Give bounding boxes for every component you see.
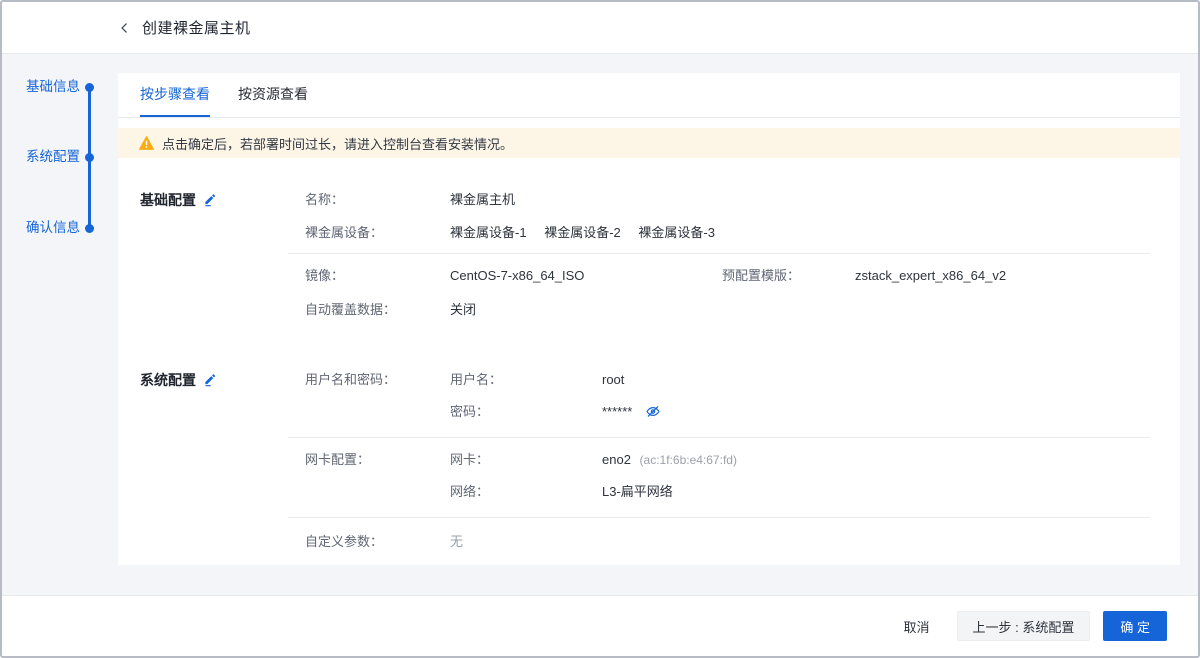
credentials-label: 用户名和密码： [305, 370, 396, 390]
network-value: L3-扁平网络 [602, 482, 673, 502]
confirm-panel: 按步骤查看 按资源查看 点击确定后，若部署时间过长，请进入控制台查看安装情况。 … [118, 73, 1180, 565]
device-item-1: 裸金属设备-1 [450, 225, 527, 240]
cancel-button[interactable]: 取消 [904, 617, 930, 636]
nic-value: eno2 (ac:1f:6b:e4:67:fd) [602, 450, 737, 470]
step-dot-system [85, 153, 94, 162]
create-baremetal-host-page: 创建裸金属主机 基础信息 系统配置 确认信息 按步骤查看 按资源查看 点击确定后… [0, 0, 1200, 658]
overwrite-value: 关闭 [450, 300, 476, 320]
devices-values: 裸金属设备-1 裸金属设备-2 裸金属设备-3 [450, 223, 729, 243]
field-row-password: 密码： ****** [118, 402, 1180, 422]
nic-config-label: 网卡配置： [305, 450, 370, 470]
password-label: 密码： [450, 402, 489, 422]
footer-action-bar: 取消 上一步 : 系统配置 确 定 [2, 595, 1198, 656]
eye-invisible-icon[interactable] [645, 404, 661, 419]
password-value: ****** [602, 402, 661, 422]
field-row-nic: 网卡配置： 网卡： eno2 (ac:1f:6b:e4:67:fd) [118, 450, 1180, 470]
field-row-image: 镜像： CentOS-7-x86_64_ISO 预配置模版： zstack_ex… [118, 266, 1180, 286]
name-label: 名称： [305, 190, 344, 210]
field-row-overwrite: 自动覆盖数据： 关闭 [118, 300, 1180, 320]
divider [288, 437, 1150, 438]
divider [288, 253, 1150, 254]
step-system-config[interactable]: 系统配置 [26, 149, 80, 165]
field-row-custom-params: 自定义参数： 无 [118, 532, 1180, 552]
step-dot-confirm [85, 224, 94, 233]
tab-view-by-step[interactable]: 按步骤查看 [140, 72, 210, 117]
page-header: 创建裸金属主机 [2, 2, 1198, 54]
divider [288, 517, 1150, 518]
field-row-username: 用户名和密码： 用户名： root [118, 370, 1180, 390]
nic-label: 网卡： [450, 450, 489, 470]
view-tabs: 按步骤查看 按资源查看 [118, 73, 1180, 118]
nic-name: eno2 [602, 452, 631, 467]
username-value: root [602, 370, 624, 390]
network-label: 网络： [450, 482, 489, 502]
warning-banner: 点击确定后，若部署时间过长，请进入控制台查看安装情况。 [118, 128, 1180, 158]
step-dot-basic [85, 83, 94, 92]
wizard-stepper: 基础信息 系统配置 确认信息 [2, 73, 108, 248]
template-label: 预配置模版： [722, 266, 800, 286]
device-item-2: 裸金属设备-2 [544, 225, 621, 240]
image-label: 镜像： [305, 266, 344, 286]
page-title: 创建裸金属主机 [142, 17, 251, 38]
password-masked: ****** [602, 404, 632, 419]
chevron-left-icon [118, 21, 131, 35]
device-item-3: 裸金属设备-3 [638, 225, 715, 240]
warning-text: 点击确定后，若部署时间过长，请进入控制台查看安装情况。 [162, 134, 513, 153]
custom-params-label: 自定义参数： [305, 532, 383, 552]
image-value: CentOS-7-x86_64_ISO [450, 266, 584, 286]
name-value: 裸金属主机 [450, 190, 515, 210]
back-button[interactable] [118, 21, 131, 35]
warning-triangle-icon [139, 136, 154, 150]
field-row-devices: 裸金属设备： 裸金属设备-1 裸金属设备-2 裸金属设备-3 [118, 223, 1180, 243]
step-basic-info[interactable]: 基础信息 [26, 79, 80, 95]
nic-mac-address: (ac:1f:6b:e4:67:fd) [640, 453, 737, 467]
overwrite-label: 自动覆盖数据： [305, 300, 396, 320]
confirm-button[interactable]: 确 定 [1103, 611, 1167, 641]
template-value: zstack_expert_x86_64_v2 [855, 266, 1006, 286]
devices-label: 裸金属设备： [305, 223, 383, 243]
step-confirm-info[interactable]: 确认信息 [26, 220, 80, 236]
field-row-network: 网络： L3-扁平网络 [118, 482, 1180, 502]
previous-step-button[interactable]: 上一步 : 系统配置 [957, 611, 1091, 641]
custom-params-value: 无 [450, 532, 463, 552]
tab-view-by-resource[interactable]: 按资源查看 [238, 72, 308, 117]
username-label: 用户名： [450, 370, 502, 390]
field-row-name: 名称： 裸金属主机 [118, 190, 1180, 210]
